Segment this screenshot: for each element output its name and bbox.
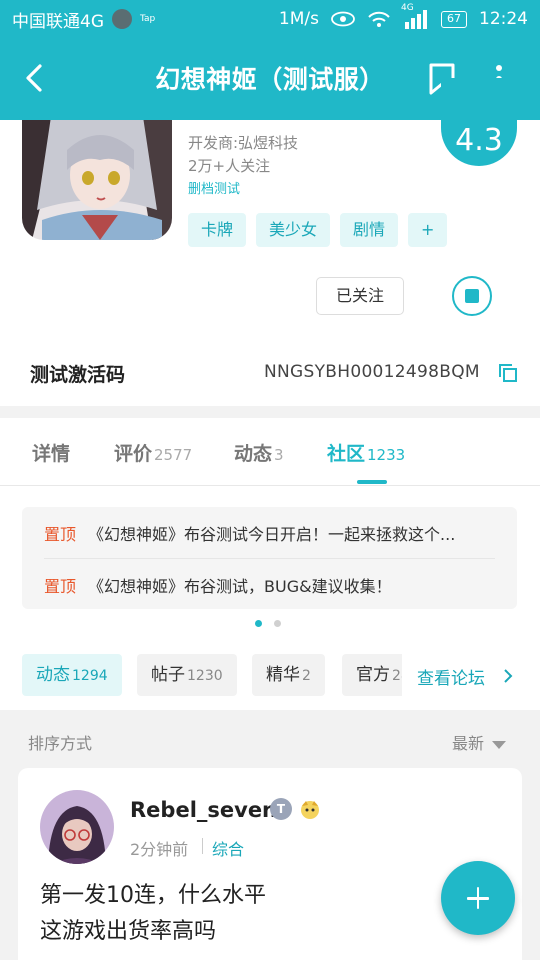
- pinned-post-title: 《幻想神姬》布谷测试今日开启！一起来拯救这个...: [88, 525, 456, 544]
- view-forum-link[interactable]: 查看论坛: [417, 664, 513, 689]
- carousel-dot[interactable]: [274, 620, 281, 627]
- tab-reviews[interactable]: 评价 2577: [114, 439, 192, 466]
- tag-story[interactable]: 剧情: [340, 213, 399, 247]
- network-type: 4G: [401, 3, 414, 13]
- stop-icon: [465, 289, 479, 303]
- community-content: 置顶 《幻想神姬》布谷测试今日开启！一起来拯救这个... 置顶 《幻想神姬》布谷测试…: [0, 486, 540, 710]
- net-speed: 1M/s: [278, 9, 319, 29]
- chip-count: 1230: [187, 668, 223, 684]
- post-category[interactable]: 综合: [212, 836, 244, 860]
- tab-updates[interactable]: 动态 3: [234, 439, 284, 466]
- tab-count: 3: [274, 446, 284, 464]
- user-avatar[interactable]: [40, 790, 114, 864]
- tab-details[interactable]: 详情: [32, 439, 70, 466]
- wifi-icon: [368, 11, 390, 27]
- rating-score: 4.3: [441, 78, 517, 166]
- pin-badge: 置顶: [44, 525, 77, 544]
- tag-more-button[interactable]: +: [408, 213, 448, 247]
- tab-count: 2577: [154, 446, 193, 464]
- sort-label: 排序方式: [28, 734, 93, 753]
- sort-value: 最新: [452, 734, 485, 753]
- chip-count: 1294: [72, 668, 108, 684]
- user-badges: T: [270, 798, 322, 822]
- tab-bar: 详情 评价 2577 动态 3 社区 1233: [0, 418, 540, 486]
- notification-avatar-icon: [112, 9, 132, 29]
- game-icon-image[interactable]: [22, 120, 172, 240]
- tab-count: 1233: [367, 446, 406, 464]
- pinned-post[interactable]: 置顶 《幻想神姬》布谷测试今日开启！一起来拯救这个...: [44, 521, 499, 545]
- post-body-line: 这游戏出货率高吗: [40, 919, 217, 944]
- tag-list: 卡牌 美少女 剧情 +: [188, 213, 448, 247]
- clock: 12:24: [479, 9, 528, 29]
- active-tab-indicator: [357, 480, 387, 484]
- tag-girls[interactable]: 美少女: [256, 213, 331, 247]
- chip-label: 精华: [266, 665, 300, 685]
- download-stop-button[interactable]: [452, 276, 492, 316]
- pin-badge: 置顶: [44, 577, 77, 596]
- filter-chips: 动态1294 帖子1230 精华2 官方28: [22, 654, 402, 696]
- post-body-line: 第一发10连，什么水平: [40, 883, 266, 908]
- signal-icon: 4G: [401, 3, 429, 29]
- carousel-dot-active[interactable]: [255, 620, 262, 627]
- pinned-post-title: 《幻想神姬》布谷测试，BUG&建议收集！: [88, 577, 392, 596]
- carousel-indicator: [255, 620, 281, 627]
- tab-community[interactable]: 社区 1233: [327, 439, 405, 466]
- chip-updates[interactable]: 动态 1294: [22, 654, 122, 696]
- divider: [44, 558, 495, 559]
- status-bar: 中国联通4G Tap 1M/s 4G 67 12:24: [0, 0, 540, 38]
- pinned-post[interactable]: 置顶 《幻想神姬》布谷测试，BUG&建议收集！: [44, 573, 499, 597]
- tab-label: 详情: [32, 443, 71, 465]
- mascot-badge-icon: [301, 801, 319, 819]
- post-body[interactable]: 第一发10连，什么水平 这游戏出货率高吗: [40, 878, 266, 950]
- divider: [202, 838, 203, 854]
- game-meta: 开发商:弘煜科技 2万+人关注 删档测试: [188, 132, 298, 201]
- tab-label: 社区: [327, 443, 366, 465]
- carrier-label: 中国联通4G: [12, 11, 104, 32]
- sort-dropdown[interactable]: 最新: [452, 730, 507, 754]
- chip-featured[interactable]: 精华 2: [252, 654, 325, 696]
- pinned-posts: 置顶 《幻想神姬》布谷测试今日开启！一起来拯救这个... 置顶 《幻想神姬》布谷测试…: [22, 507, 517, 609]
- forum-link-label: 查看论坛: [417, 669, 485, 689]
- level-badge-icon: T: [270, 798, 292, 820]
- chip-count: 2: [302, 668, 311, 684]
- followers-count: 2万+人关注: [188, 157, 271, 175]
- chevron-right-icon: [504, 669, 513, 683]
- post-username[interactable]: Rebel_seven: [130, 798, 277, 822]
- follow-button[interactable]: 已关注: [316, 277, 404, 315]
- tab-label: 动态: [234, 443, 273, 465]
- tag-card[interactable]: 卡牌: [188, 213, 247, 247]
- activation-code-value: NNGSYBH00012498BQM: [264, 362, 480, 382]
- battery-icon: 67: [441, 10, 467, 28]
- chip-count: 28: [392, 668, 402, 684]
- developer-label: 开发商:弘煜科技: [188, 134, 299, 152]
- chip-label: 动态: [36, 665, 70, 685]
- taptap-notification-icon: Tap: [140, 14, 156, 24]
- post-time: 2分钟前: [130, 840, 189, 859]
- chip-label: 官方: [356, 665, 390, 685]
- tab-label: 评价: [114, 443, 153, 465]
- copy-icon[interactable]: [498, 363, 518, 383]
- eye-icon: [331, 11, 355, 27]
- chip-official[interactable]: 官方28: [342, 654, 402, 696]
- post-card[interactable]: Rebel_seven T 2分钟前 综合 第一发10连，什么水平 这游戏出货率…: [18, 768, 522, 960]
- test-type-label: 删档测试: [188, 182, 241, 197]
- chip-label: 帖子: [151, 665, 185, 685]
- chip-posts[interactable]: 帖子 1230: [137, 654, 237, 696]
- new-post-fab-plus-icon[interactable]: [441, 861, 515, 935]
- activation-code-label: 测试激活码: [30, 364, 126, 386]
- game-header: 开发商:弘煜科技 2万+人关注 删档测试 卡牌 美少女 剧情 + 4.3 已关注…: [0, 78, 540, 406]
- sort-bar: 排序方式 最新: [0, 720, 540, 760]
- caret-down-icon: [492, 740, 507, 749]
